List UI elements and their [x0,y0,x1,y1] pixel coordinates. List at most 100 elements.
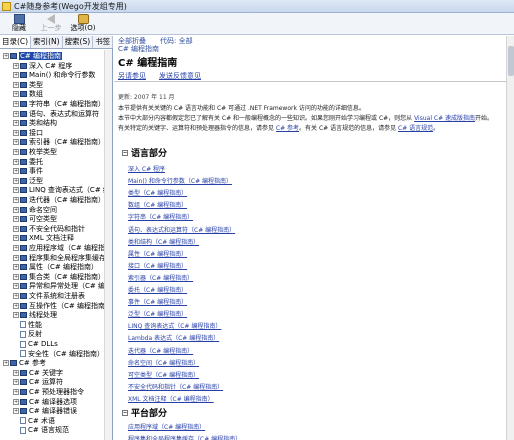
topic-link[interactable]: 事件（C# 编程指南） [128,297,187,306]
tab-index[interactable]: 索引(N) [31,36,63,48]
expand-icon[interactable]: + [13,120,19,127]
expand-icon[interactable]: + [13,168,19,175]
topic-link[interactable]: 类型（C# 编程指南） [128,188,187,197]
tree-item[interactable]: + 迭代器（C# 编程指南） [13,196,105,204]
expand-icon[interactable]: + [13,72,19,79]
tree-item[interactable]: + 类型 [13,81,43,89]
tab-search[interactable]: 搜索(S) [63,36,94,48]
tree-item[interactable]: + 文件系统和注册表 [13,292,85,300]
tree-item[interactable]: + 委托 [13,158,43,166]
expand-icon[interactable]: + [13,264,19,271]
topic-link[interactable]: 语句、表达式和运算符（C# 编程指南） [128,225,235,234]
tree-item[interactable]: + Main() 和命令行参数 [13,71,95,79]
expand-icon[interactable]: + [13,149,19,155]
back-button[interactable]: 上一步 [38,13,64,35]
section-collapse-icon[interactable]: − [122,409,128,416]
tree-item[interactable]: + 枚举类型 [13,148,57,156]
options-button[interactable]: 选项(O) [70,13,96,35]
tree-item[interactable]: + 类和结构 [13,119,57,127]
tree-item[interactable]: + C# 编译器选项 [13,398,77,406]
topic-link[interactable]: 应用程序域（C# 编程指南） [128,422,205,431]
topic-link[interactable]: 迭代器（C# 编程指南） [128,346,193,355]
topic-link[interactable]: 命名空间（C# 编程指南） [128,358,199,367]
topic-link[interactable]: 类和结构（C# 编程指南） [128,237,199,246]
tree-item[interactable]: + C# 预处理器指令 [13,388,84,396]
section-platform[interactable]: − 平台部分 [122,406,167,419]
expand-icon[interactable]: + [13,369,19,376]
tree-item[interactable]: + XML 文档注释 [13,234,74,242]
expand-icon[interactable]: + [13,177,19,184]
topic-link[interactable]: 委托（C# 编程指南） [128,285,187,294]
topic-link[interactable]: 索引器（C# 编程指南） [128,273,193,282]
tree-item[interactable]: + 应用程序域（C# 编程指南） [13,244,112,252]
tree-item[interactable]: 反射 [13,330,42,338]
tab-contents[interactable]: 目录(C) [0,36,32,48]
title-bar[interactable]: C#随身参考(Wego开发组专用) [0,0,514,13]
expand-icon[interactable]: + [13,379,19,386]
hide-button[interactable]: 隐藏 [6,13,32,35]
section-language[interactable]: − 语言部分 [122,146,167,159]
see-also-link[interactable]: 另请参见 [118,71,146,81]
tree-item[interactable]: + C# 编译器错误 [13,407,77,415]
tree-item[interactable]: + 索引器（C# 编程指南） [13,138,105,146]
tree-item[interactable]: + C# 参考 [3,359,46,367]
topic-link[interactable]: 可空类型（C# 编程指南） [128,370,199,379]
expand-icon[interactable]: + [13,139,19,146]
expand-icon[interactable]: + [13,197,19,203]
topic-link[interactable]: Lambda 表达式（C# 编程指南） [128,333,219,342]
contents-tree[interactable]: + C# 编程指南 + 深入 C# 程序 + Main() 和命令行参数 + 类型 + 数组 + 字符… [0,50,112,440]
expand-icon[interactable]: + [13,206,19,213]
tree-item[interactable]: C# 语言规范 [13,426,69,434]
topic-link[interactable]: Main() 和命令行参数（C# 编程指南） [128,176,232,185]
tree-item[interactable]: + 异常和异常处理（C# 编程指南） [13,282,112,290]
topic-link[interactable]: 属性（C# 编程指南） [128,249,187,258]
topic-link[interactable]: 泛型（C# 编程指南） [128,309,187,318]
expand-icon[interactable]: + [13,110,19,117]
expand-icon[interactable]: + [3,53,9,59]
expand-icon[interactable]: + [13,81,19,88]
tree-item[interactable]: + 互操作性（C# 编程指南） [13,302,112,310]
tree-item[interactable]: + C# 编程指南 [3,52,62,60]
breadcrumb[interactable]: C# 编程指南 [118,44,159,54]
expand-icon[interactable]: + [13,101,19,107]
section-collapse-icon[interactable]: − [122,149,128,156]
tree-item[interactable]: + 线程处理 [13,311,57,319]
content-scrollbar[interactable] [506,36,514,440]
tree-item[interactable]: + 属性（C# 编程指南） [13,263,98,271]
tree-item[interactable]: 安全性（C# 编程指南） [13,350,104,358]
expand-icon[interactable]: + [13,312,19,319]
tree-item[interactable]: + LINQ 查询表达式（C# 编辑 [13,186,112,194]
expand-icon[interactable]: + [3,360,9,367]
tree-item[interactable]: + 集合类（C# 编程指南） [13,273,105,281]
language-spec-link[interactable]: C# 语言规范 [398,125,433,132]
tree-item[interactable]: + 数组 [13,90,43,98]
expand-icon[interactable]: + [13,187,19,194]
topic-link[interactable]: LINQ 查询表达式（C# 编程指南） [128,321,221,330]
tree-item[interactable]: + 命名空间 [13,206,57,214]
tab-favorites[interactable]: 书签 [93,36,114,48]
tree-item[interactable]: + 程序集和全局程序集缓存 [13,254,106,262]
topic-link[interactable]: 字符串（C# 编程指南） [128,212,193,221]
tree-item[interactable]: + 深入 C# 程序 [13,62,72,70]
express-guide-link[interactable]: Visual C# 速成版指南 [414,115,475,122]
topic-link[interactable]: 程序集和全局程序集缓存（C# 编程指南） [128,434,241,440]
expand-icon[interactable]: + [13,408,19,415]
expand-icon[interactable]: + [13,245,19,251]
expand-icon[interactable]: + [13,293,19,299]
expand-icon[interactable]: + [13,389,19,395]
tree-scrollbar[interactable] [104,50,112,440]
feedback-link[interactable]: 发送反馈意见 [159,71,201,81]
topic-link[interactable]: XML 文档注释（C# 编程指南） [128,394,214,403]
tree-item[interactable]: + 泛型 [13,177,43,185]
expand-icon[interactable]: + [13,398,19,405]
expand-icon[interactable]: + [13,91,19,98]
expand-icon[interactable]: + [13,254,19,261]
expand-icon[interactable]: + [13,302,19,309]
tree-item[interactable]: C# DLLs [13,340,58,348]
expand-icon[interactable]: + [13,235,19,242]
csharp-reference-link[interactable]: C# 参考 [276,125,299,132]
expand-icon[interactable]: + [13,225,19,232]
scrollbar-thumb[interactable] [508,46,514,76]
tree-item[interactable]: + 可空类型 [13,215,57,223]
topic-link[interactable]: 深入 C# 程序 [128,164,165,173]
